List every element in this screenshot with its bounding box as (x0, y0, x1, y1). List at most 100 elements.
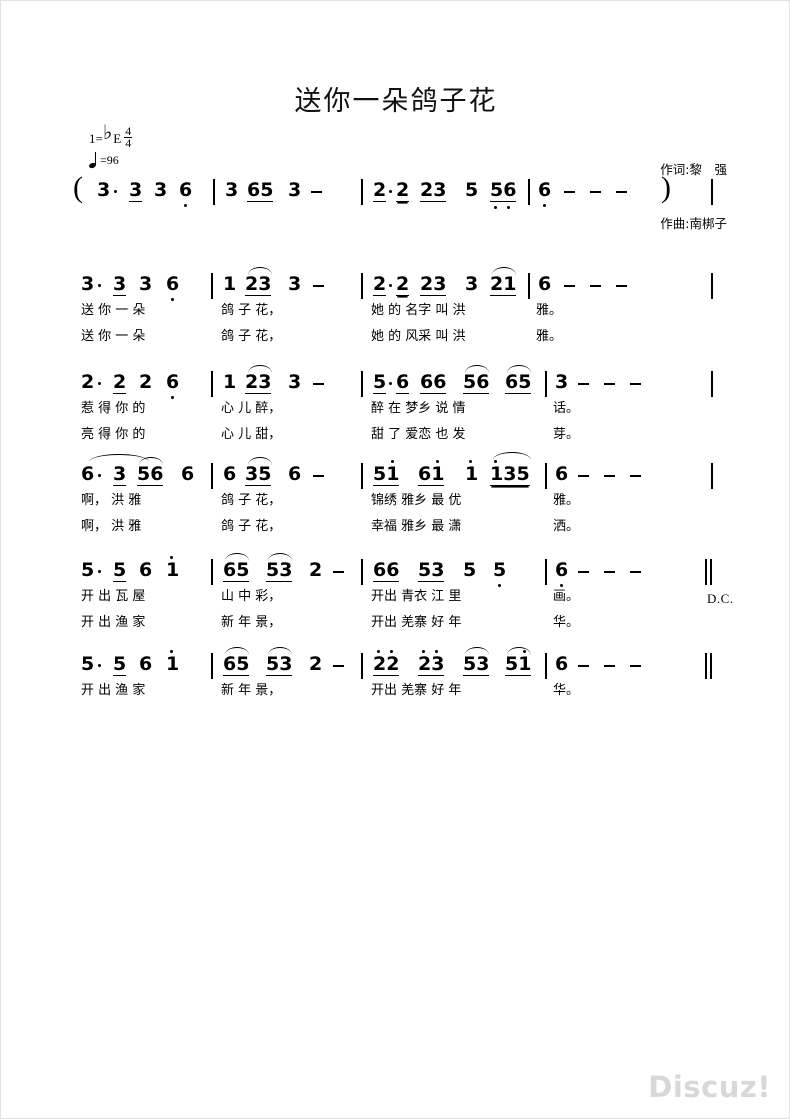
note-l5-m2-n1: 65 (223, 653, 250, 676)
lyrics-v1-m2: 鸽 子 花， (221, 493, 282, 508)
barline (711, 463, 713, 489)
high-octave-dot (422, 650, 425, 653)
barline (361, 273, 363, 299)
high-octave-dot (170, 556, 173, 559)
lyrics-v1-m2: 鸽 子 花， (221, 303, 282, 318)
lyrics-v1-m2: 心 儿 醉， (221, 401, 282, 416)
sustain-dash (564, 285, 575, 287)
note-l1-m3-n2: 2 (396, 273, 410, 296)
augmentation-dot (389, 284, 393, 288)
double-barline (705, 559, 712, 585)
barline (361, 463, 363, 489)
lyrics-v1-m1: 惹 得 你 的 (81, 401, 146, 416)
lyrics-v2-m2: 鸽 子 花， (221, 329, 282, 344)
lyrics-v1-m1: 送 你 一 朵 (81, 303, 146, 318)
key-signature-block: 1= ♭ E 4 4 =96 (89, 120, 133, 169)
lyrics-v1-m3: 锦绣 雅乡 最 优 (371, 493, 462, 508)
augmentation-dot (98, 284, 102, 288)
high-octave-dot (523, 650, 526, 653)
barline (545, 653, 547, 679)
lyrics-v2-m3: 她 的 风采 叫 洪 (371, 329, 466, 344)
sustain-dash (578, 475, 589, 477)
lyrics-v1-m4: 华。 (553, 683, 580, 698)
note-l3-m2-n1: 6 (223, 463, 237, 485)
note-l5-m3-n4: 51 (505, 653, 532, 676)
sustain-dash (333, 665, 344, 667)
sustain-dash (604, 383, 615, 385)
note-l1-m4-n1: 6 (538, 273, 552, 295)
note-l4-m1-n3: 6 (139, 559, 153, 581)
note-intro-m4-n1: 6 (538, 179, 552, 201)
note-l5-m1-n3: 6 (139, 653, 153, 675)
note-l5-m2-n2: 53 (266, 653, 293, 676)
line-2-notation-row: 2 2 2 6 1 23 3 5 6 66 56 65 3 (73, 365, 733, 405)
lyrics-v1-m4: 雅。 (536, 303, 563, 318)
note-l5-m3-n1: 22 (373, 653, 400, 676)
note-l2-m1-n2: 2 (113, 371, 127, 394)
lyrics-v2-m1: 开 出 渔 家 (81, 615, 146, 630)
note-l2-m4-n1: 3 (555, 371, 569, 393)
sustain-dash (604, 665, 615, 667)
note-l1-m3-n4: 3 (465, 273, 479, 295)
intro-system: ( 3 3 3 6 3 65 3 2 2 23 5 56 6) (73, 173, 733, 213)
note-l2-m3-n3: 66 (420, 371, 447, 394)
low-octave-dot (543, 204, 546, 207)
barline (211, 371, 213, 397)
note-l2-m1-n4: 6 (166, 371, 180, 393)
note-l3-m1-n4: 6 (181, 463, 195, 485)
augmentation-dot (114, 190, 118, 194)
note-l1-m2-n2: 23 (245, 273, 272, 296)
lyrics-v1-m4: 雅。 (553, 493, 580, 508)
barline (361, 653, 363, 679)
note-l5-m1-n4: 1 (166, 653, 180, 675)
sustain-dash (604, 571, 615, 573)
high-octave-dot (391, 460, 394, 463)
line-5-notation-row: 5 5 6 1 65 53 2 22 23 53 51 6 (73, 647, 733, 687)
tempo-marking: =96 (89, 151, 132, 169)
note-l4-m3-n4: 5 (493, 559, 507, 581)
lyrics-v1-m1: 开 出 渔 家 (81, 683, 146, 698)
intro-close-paren: ) (661, 171, 671, 204)
lyrics-v2-m3: 幸福 雅乡 最 潇 (371, 519, 462, 534)
sustain-dash (630, 383, 641, 385)
lyrics-v1-m2: 山 中 彩， (221, 589, 282, 604)
note-l4-m3-n3: 5 (463, 559, 477, 581)
sustain-dash (578, 383, 589, 385)
augmentation-dot (389, 190, 393, 194)
lyrics-v2-m1: 送 你 一 朵 (81, 329, 146, 344)
flat-accidental-icon: ♭ (102, 120, 113, 144)
system-line-2: 2 2 2 6 1 23 3 5 6 66 56 65 3 惹 得 你 的 心 … (73, 365, 733, 442)
note-l1-m2-n1: 1 (223, 273, 237, 295)
note-l1-m3-n5: 21 (490, 273, 517, 296)
line-4-notation-row: 5 5 6 1 65 53 2 66 53 5 5 6 (73, 553, 733, 593)
lyrics-v2-m1: 啊， 洪 雅 (81, 519, 142, 534)
key-letter-label: E (113, 131, 122, 146)
line-1-notation-row: 3 3 3 6 1 23 3 2 2 23 3 21 6 (73, 267, 733, 307)
note-l3-m3-n2: 61 (418, 463, 445, 486)
high-octave-dot (377, 650, 380, 653)
low-octave-dot (171, 298, 174, 301)
sustain-dash (311, 191, 322, 193)
high-octave-dot (494, 460, 497, 463)
note-l5-m1-n2: 5 (113, 653, 127, 676)
line-3-notation-row: 6 3 56 6 6 35 6 51 61 1 135 6 (73, 452, 733, 497)
sustain-dash (590, 285, 601, 287)
note-l2-m2-n1: 1 (223, 371, 237, 393)
note-l4-m1-n1: 5 (81, 559, 95, 581)
slur-arc (493, 452, 531, 460)
note-l1-m3-n1: 2 (373, 273, 387, 296)
note-l2-m3-n5: 65 (505, 371, 532, 394)
lyrics-v1-m1: 啊， 洪 雅 (81, 493, 142, 508)
system-line-4: 5 5 6 1 65 53 2 66 53 5 5 6 开 出 瓦 屋 山 中 … (73, 553, 733, 630)
high-octave-dot (170, 650, 173, 653)
final-double-barline (705, 653, 712, 679)
dc-repeat-marking: D.C. (707, 591, 734, 606)
lyrics-v2-m4: 芽。 (553, 427, 580, 442)
low-octave-dot (498, 584, 501, 587)
low-octave-dot (494, 206, 497, 209)
note-intro-m2-n2: 65 (247, 179, 274, 202)
barline (211, 653, 213, 679)
note-l1-m1-n1: 3 (81, 273, 95, 295)
lyrics-v1-m2: 新 年 景， (221, 683, 282, 698)
barline (361, 371, 363, 397)
